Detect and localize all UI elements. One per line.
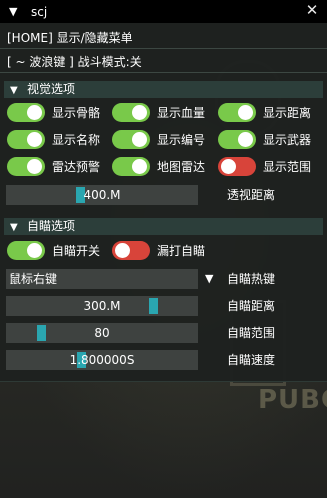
toggle-switch[interactable] xyxy=(7,103,45,122)
toggle-label: 显示距离 xyxy=(263,106,312,120)
toggle-label: 显示名称 xyxy=(52,133,101,147)
toggle-show-distance[interactable]: 显示距离 xyxy=(218,103,311,122)
toggle-show-weapon[interactable]: 显示武器 xyxy=(218,130,311,149)
close-icon[interactable]: ✕ xyxy=(303,1,321,19)
menu-panel: [HOME] 显示/隐藏菜单 [ ~ 波浪键 ] 战斗模式:关 ▼ 视觉选项 显示… xyxy=(0,23,327,382)
aim-speed-label: 自瞄速度 xyxy=(227,353,276,367)
toggle-label: 显示武器 xyxy=(263,133,312,147)
window-titlebar[interactable]: ▼ scj ✕ xyxy=(0,0,327,23)
aim-range-slider[interactable]: 80 xyxy=(6,323,198,343)
esp-distance-label: 透视距离 xyxy=(227,188,276,202)
aim-range-label: 自瞄范围 xyxy=(227,326,276,340)
window-title: scj xyxy=(31,4,48,19)
toggle-label: 显示编号 xyxy=(157,133,206,147)
toggle-switch[interactable] xyxy=(112,241,150,260)
slider-value: 300.M xyxy=(83,299,121,313)
toggle-show-number[interactable]: 显示编号 xyxy=(112,130,205,149)
slider-value: 80 xyxy=(94,326,110,340)
toggle-show-name[interactable]: 显示名称 xyxy=(7,130,100,149)
visual-toggle-row-3: 雷达预警 地图雷达 显示范围 xyxy=(7,157,323,177)
toggle-show-skeleton[interactable]: 显示骨骼 xyxy=(7,103,100,122)
toggle-label: 显示骨骼 xyxy=(52,106,101,120)
collapse-icon[interactable]: ▼ xyxy=(9,5,23,18)
toggle-label: 显示范围 xyxy=(263,160,312,174)
toggle-switch[interactable] xyxy=(7,157,45,176)
toggle-label: 漏打自瞄 xyxy=(157,244,206,258)
section-title: 自瞄选项 xyxy=(27,219,76,233)
background-watermark: PUBG xyxy=(258,385,327,415)
aim-distance-slider[interactable]: 300.M xyxy=(6,296,198,316)
toggle-switch[interactable] xyxy=(112,157,150,176)
toggle-label: 雷达预警 xyxy=(52,160,101,174)
toggle-switch[interactable] xyxy=(112,130,150,149)
visual-toggle-row-2: 显示名称 显示编号 显示武器 xyxy=(7,130,323,150)
esp-distance-slider[interactable]: 400.M xyxy=(6,185,198,205)
toggle-switch[interactable] xyxy=(112,103,150,122)
toggle-label: 显示血量 xyxy=(157,106,206,120)
toggle-label: 自瞄开关 xyxy=(52,244,101,258)
toggle-radar-warning[interactable]: 雷达预警 xyxy=(7,157,100,176)
combat-mode-row: [ ~ 波浪键 ] 战斗模式:关 xyxy=(0,51,327,73)
section-collapse-icon: ▼ xyxy=(10,85,18,96)
dropdown-arrow-icon[interactable]: ▼ xyxy=(205,269,213,289)
aim-toggle-row: 自瞄开关 漏打自瞄 xyxy=(7,241,323,261)
section-title: 视觉选项 xyxy=(27,82,76,96)
toggle-aimbot[interactable]: 自瞄开关 xyxy=(7,241,100,260)
visual-toggle-row-1: 显示骨骼 显示血量 显示距离 xyxy=(7,103,323,123)
toggle-show-range[interactable]: 显示范围 xyxy=(218,157,311,176)
toggle-map-radar[interactable]: 地图雷达 xyxy=(112,157,205,176)
toggle-switch[interactable] xyxy=(218,130,256,149)
visual-section-header[interactable]: ▼ 视觉选项 xyxy=(4,81,323,98)
aim-section-header[interactable]: ▼ 自瞄选项 xyxy=(4,218,323,235)
toggle-switch[interactable] xyxy=(7,130,45,149)
section-collapse-icon: ▼ xyxy=(10,222,18,233)
aim-hotkey-label: 自瞄热键 xyxy=(227,272,276,286)
aim-hotkey-dropdown[interactable]: 鼠标右键 xyxy=(6,269,198,289)
slider-value: 1.800000S xyxy=(69,353,135,367)
toggle-show-health[interactable]: 显示血量 xyxy=(112,103,205,122)
toggle-switch[interactable] xyxy=(218,103,256,122)
toggle-switch[interactable] xyxy=(218,157,256,176)
toggle-switch[interactable] xyxy=(7,241,45,260)
slider-value: 400.M xyxy=(83,188,121,202)
home-toggle-row: [HOME] 显示/隐藏菜单 xyxy=(0,27,327,49)
aim-speed-slider[interactable]: 1.800000S xyxy=(6,350,198,370)
toggle-label: 地图雷达 xyxy=(157,160,206,174)
aim-distance-label: 自瞄距离 xyxy=(227,299,276,313)
toggle-missed-aim[interactable]: 漏打自瞄 xyxy=(112,241,205,260)
